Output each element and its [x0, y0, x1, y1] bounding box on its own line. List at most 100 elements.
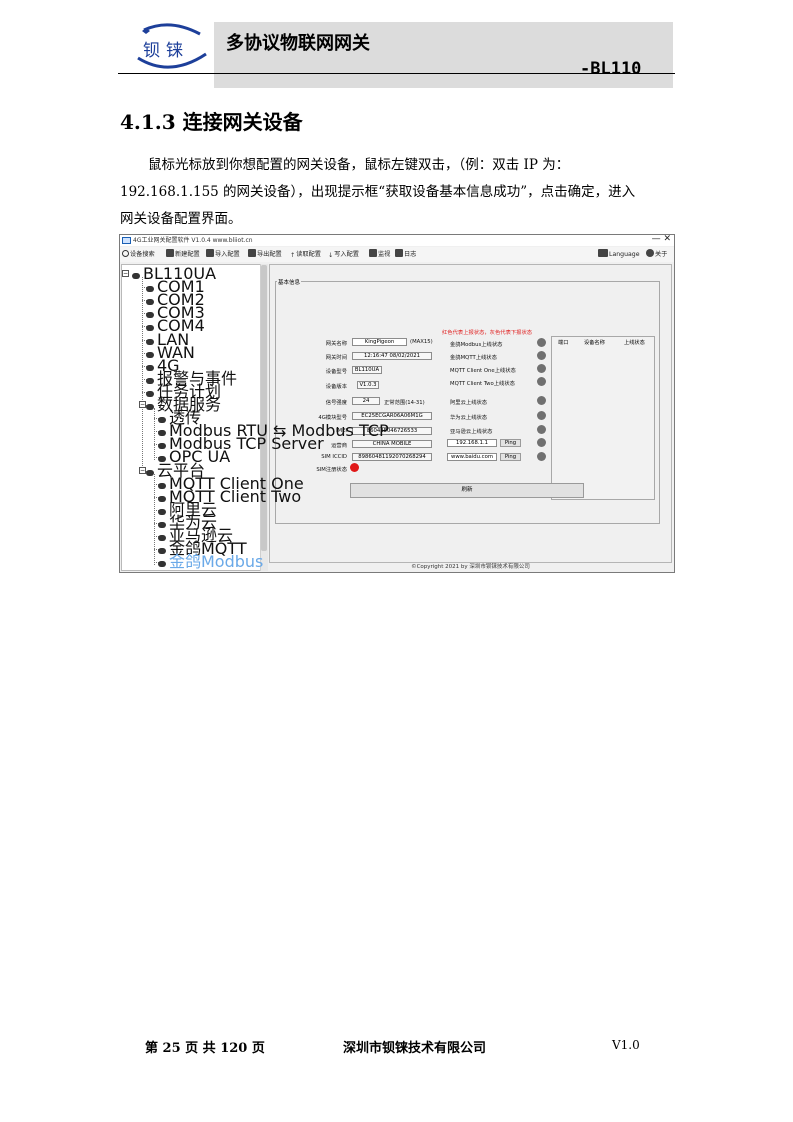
network-icon [146, 351, 154, 358]
bell-icon [146, 377, 154, 384]
cloud-icon [146, 469, 154, 476]
cloud-status-label: 金鸽MQTT上线状态 [450, 355, 497, 361]
gear-icon [158, 548, 166, 555]
read-config-button[interactable]: ↑读取配置 [290, 247, 321, 262]
monitor-icon [369, 249, 377, 257]
search-icon [122, 250, 129, 257]
ping-target-input[interactable]: 192.168.1.1 [447, 439, 497, 447]
tree-guide-line [142, 277, 143, 474]
gear-icon [158, 443, 166, 450]
header-rule [118, 73, 675, 74]
gear-icon [158, 508, 166, 515]
tree-jinge-modbus[interactable]: 金鸽Modbus [158, 554, 263, 570]
info-icon [646, 249, 654, 257]
gear-icon [158, 561, 166, 568]
language-icon [598, 249, 608, 257]
cloud-status-label: 华为云上线状态 [450, 415, 488, 421]
device-icon [132, 273, 140, 279]
device-version-label: 设备版本 [325, 384, 347, 390]
ping-button[interactable]: Ping [500, 439, 521, 447]
monitor-button[interactable]: 监视 [369, 247, 390, 262]
antenna-icon [146, 364, 154, 371]
write-config-button[interactable]: ↓写入配置 [328, 247, 359, 262]
tree-collapse-toggle[interactable]: − [139, 401, 146, 408]
tree-guide-line [154, 408, 155, 461]
operator-field: CHINA MOBILE [352, 440, 432, 448]
import-config-button[interactable]: 导入配置 [206, 247, 240, 262]
window-title: 4G工业网关配置软件 V1.0.4 www.bliiot.cn [133, 237, 253, 244]
device-model-label: 设备型号 [325, 369, 347, 375]
port-icon [146, 325, 154, 332]
cloud-status-label: MQTT Client Two上线状态 [450, 381, 515, 387]
log-button[interactable]: 日志 [395, 247, 416, 262]
gateway-name-hint: (MAX15) [410, 339, 433, 345]
about-button[interactable]: 关于 [646, 247, 667, 262]
new-file-icon [166, 249, 174, 257]
gateway-time-field: 12:16:47 08/02/2021 [352, 352, 432, 360]
cloud-status-indicator [537, 364, 546, 373]
ping-status-indicator [537, 452, 546, 461]
folder-icon [206, 249, 214, 257]
document-version: V1.0 [612, 1038, 640, 1052]
window-controls[interactable]: — ✕ [652, 235, 671, 245]
refresh-button[interactable]: 刷新 [350, 483, 584, 498]
logo-text: 钡铼 [143, 41, 189, 61]
module-field: EC25ECGAR06A06M1G [352, 412, 432, 420]
tree-collapse-toggle[interactable]: − [139, 466, 146, 474]
save-icon [248, 249, 256, 257]
new-config-button[interactable]: 新建配置 [166, 247, 200, 262]
port-icon [146, 299, 154, 306]
language-button[interactable]: Language [598, 247, 640, 262]
product-model: -BL110 [580, 59, 642, 79]
tree-scroll-thumb[interactable] [261, 265, 267, 551]
gear-icon [158, 417, 166, 424]
upload-icon: ↑ [290, 252, 296, 259]
cloud-status-indicator [537, 351, 546, 360]
port-icon [146, 286, 154, 293]
device-version-field: V1.0.3 [357, 381, 379, 389]
cloud-status-indicator [537, 396, 546, 405]
cloud-status-indicator [537, 377, 546, 386]
clipboard-icon [146, 390, 154, 397]
document-title: 多协议物联网网关 [226, 33, 370, 54]
ping-button[interactable]: Ping [500, 453, 521, 461]
gear-icon [158, 521, 166, 528]
network-icon [146, 338, 154, 345]
paragraph-line: 网关设备配置界面。 [120, 211, 242, 227]
paragraph-line: 192.168.1.155 的网关设备），出现提示框“获取设备基本信息成功”，点… [120, 184, 636, 200]
gear-icon [158, 430, 166, 437]
search-device-button[interactable]: 设备搜索 [122, 247, 155, 262]
tree-collapse-toggle[interactable]: − [122, 270, 129, 277]
cloud-status-indicator [537, 425, 546, 434]
tree-guide-line [154, 473, 155, 566]
gear-icon [158, 495, 166, 502]
tree-node-label: 金鸽Modbus [169, 552, 264, 572]
table-header-online-status: 上线状态 [624, 340, 645, 346]
table-header-device-name: 设备名称 [584, 340, 605, 346]
sim-status-indicator [350, 463, 359, 472]
port-status-table [551, 336, 655, 500]
app-screenshot: 4G工业网关配置软件 V1.0.4 www.bliiot.cn — ✕ 设备搜索… [119, 234, 675, 573]
cloud-status-label: 阿里云上线状态 [450, 400, 488, 406]
ping-target-input[interactable]: www.baidu.com [447, 453, 497, 461]
gear-icon [158, 535, 166, 541]
status-legend-note: 红色代表上报状态，灰色代表下报状态 [442, 330, 533, 336]
port-icon [146, 312, 154, 319]
signal-field: 24 [352, 397, 380, 405]
cloud-status-label: 金鸽Modbus上线状态 [450, 342, 503, 348]
gateway-time-label: 网关时间 [325, 355, 347, 361]
cloud-status-indicator [537, 411, 546, 420]
cloud-status-label: 亚马逊云上线状态 [450, 429, 493, 435]
iccid-field: 89860481192070268294 [352, 453, 432, 461]
log-icon [395, 249, 403, 257]
download-icon: ↓ [328, 252, 334, 259]
device-model-field: BL110UA [352, 366, 382, 374]
gear-icon [158, 482, 166, 489]
export-config-button[interactable]: 导出配置 [248, 247, 282, 262]
cloud-status-label: MQTT Client One上线状态 [450, 368, 516, 374]
toolbar: 设备搜索 新建配置 导入配置 导出配置 ↑读取配置 ↓写入配置 监视 日志 La… [120, 247, 674, 262]
page-number: 第 25 页 共 120 页 [145, 1041, 265, 1056]
copyright-text: ©Copyright 2021 by 深圳市钡铼技术有限公司 [411, 564, 530, 570]
gateway-name-input[interactable]: KingPigeon [352, 338, 407, 346]
sim-status-label: SIM注册状态 [316, 467, 347, 473]
